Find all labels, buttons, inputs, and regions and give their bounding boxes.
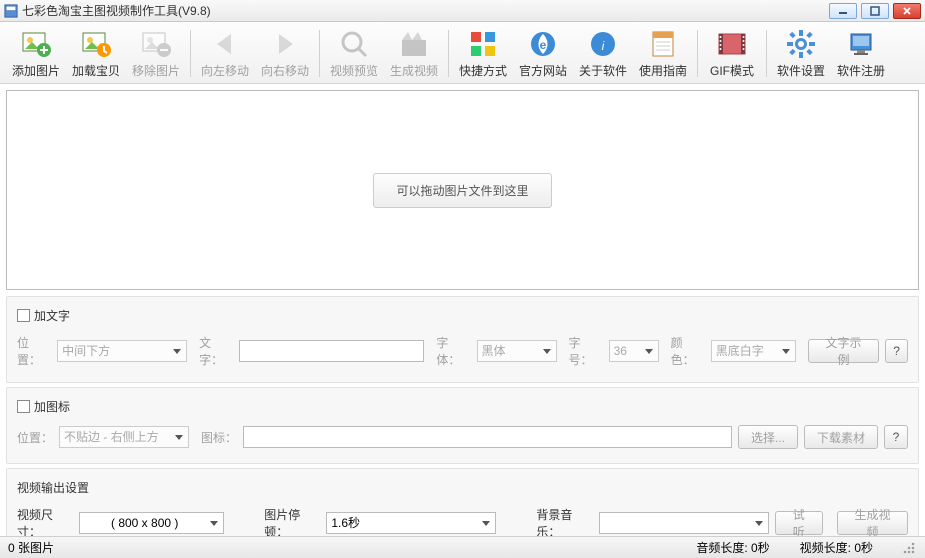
load-item-icon xyxy=(80,28,112,60)
listen-button[interactable]: 试听 xyxy=(775,511,823,535)
video-size-label: 视频尺寸： xyxy=(17,506,73,540)
add-icon-checkbox[interactable] xyxy=(17,400,30,413)
move-right-label: 向右移动 xyxy=(255,62,315,79)
register-label: 软件注册 xyxy=(831,62,891,79)
video-size-select[interactable]: ( 800 x 800 ) xyxy=(79,512,224,534)
toolbar-separator xyxy=(319,30,320,77)
text-pos-label: 位置： xyxy=(17,334,51,368)
load-item-label: 加载宝贝 xyxy=(66,62,126,79)
text-size-select[interactable]: 36 xyxy=(609,340,659,362)
status-video-length: 视频长度: 0秒 xyxy=(800,539,873,556)
app-icon xyxy=(4,4,18,18)
text-pos-select[interactable]: 中间下方 xyxy=(57,340,187,362)
icon-pos-select[interactable]: 不贴边 - 右侧上方 xyxy=(59,426,189,448)
close-button[interactable] xyxy=(893,3,921,19)
toolbar-website[interactable]: e 官方网站 xyxy=(513,26,573,81)
website-label: 官方网站 xyxy=(513,62,573,79)
icon-download-button[interactable]: 下载素材 xyxy=(804,425,878,449)
minimize-button[interactable] xyxy=(829,3,857,19)
toolbar-settings[interactable]: 软件设置 xyxy=(771,26,831,81)
toolbar: 添加图片加载宝贝移除图片向左移动向右移动视频预览生成视频快捷方式 e 官方网站 i 关于… xyxy=(0,22,925,84)
guide-label: 使用指南 xyxy=(633,62,693,79)
toolbar-separator xyxy=(190,30,191,77)
drop-hint: 可以拖动图片文件到这里 xyxy=(373,173,551,208)
move-right-icon xyxy=(269,28,301,60)
toolbar-preview-video: 视频预览 xyxy=(324,26,384,81)
add-image-icon xyxy=(20,28,52,60)
text-help-button[interactable]: ? xyxy=(885,339,908,363)
icon-pos-label: 位置： xyxy=(17,429,53,446)
move-left-icon xyxy=(209,28,241,60)
settings-icon xyxy=(785,28,817,60)
remove-image-icon xyxy=(140,28,172,60)
toolbar-guide[interactable]: 使用指南 xyxy=(633,26,693,81)
bg-music-select[interactable] xyxy=(599,512,769,534)
text-content-label: 文字： xyxy=(199,334,233,368)
add-icon-panel: 加图标 位置： 不贴边 - 右侧上方 图标： 选择... 下载素材 ? xyxy=(6,387,919,464)
move-left-label: 向左移动 xyxy=(195,62,255,79)
add-text-panel: 加文字 位置： 中间下方 文字： 字体： 黑体 字号： 36 颜色： 黑底白字 … xyxy=(6,296,919,383)
toolbar-register[interactable]: 软件注册 xyxy=(831,26,891,81)
guide-icon xyxy=(647,28,679,60)
icon-path-label: 图标： xyxy=(201,429,237,446)
shortcut-label: 快捷方式 xyxy=(453,62,513,79)
text-sample-button[interactable]: 文字示例 xyxy=(808,339,879,363)
toolbar-about[interactable]: i 关于软件 xyxy=(573,26,633,81)
text-font-select[interactable]: 黑体 xyxy=(477,340,557,362)
toolbar-shortcut[interactable]: 快捷方式 xyxy=(453,26,513,81)
svg-text:e: e xyxy=(540,38,547,52)
register-icon xyxy=(845,28,877,60)
svg-text:i: i xyxy=(602,39,605,53)
text-color-select[interactable]: 黑底白字 xyxy=(711,340,796,362)
gif-mode-icon xyxy=(716,28,748,60)
toolbar-add-image[interactable]: 添加图片 xyxy=(6,26,66,81)
resize-grip-icon[interactable] xyxy=(903,542,917,556)
preview-video-icon xyxy=(338,28,370,60)
text-size-label: 字号： xyxy=(569,334,603,368)
add-image-label: 添加图片 xyxy=(6,62,66,79)
text-color-label: 颜色： xyxy=(671,334,705,368)
title-bar: 七彩色淘宝主图视频制作工具(V9.8) xyxy=(0,0,925,22)
toolbar-separator xyxy=(697,30,698,77)
about-icon: i xyxy=(587,28,619,60)
toolbar-gif-mode[interactable]: GIF模式 xyxy=(702,26,762,81)
status-image-count: 0 张图片 xyxy=(8,539,54,556)
status-bar: 0 张图片 音频长度: 0秒 视频长度: 0秒 xyxy=(0,536,925,558)
output-header: 视频输出设置 xyxy=(17,479,89,496)
icon-path-input[interactable] xyxy=(243,426,732,448)
settings-label: 软件设置 xyxy=(771,62,831,79)
about-label: 关于软件 xyxy=(573,62,633,79)
remove-image-label: 移除图片 xyxy=(126,62,186,79)
image-pause-label: 图片停顿： xyxy=(264,506,320,540)
add-text-checkbox[interactable] xyxy=(17,309,30,322)
toolbar-move-right: 向右移动 xyxy=(255,26,315,81)
add-text-label: 加文字 xyxy=(34,307,70,324)
icon-help-button[interactable]: ? xyxy=(884,425,908,449)
text-font-label: 字体： xyxy=(436,334,470,368)
shortcut-icon xyxy=(467,28,499,60)
gif-mode-label: GIF模式 xyxy=(702,62,762,79)
make-video-label: 生成视频 xyxy=(384,62,444,79)
icon-choose-button[interactable]: 选择... xyxy=(738,425,798,449)
toolbar-make-video: 生成视频 xyxy=(384,26,444,81)
preview-video-label: 视频预览 xyxy=(324,62,384,79)
add-icon-label: 加图标 xyxy=(34,398,70,415)
toolbar-move-left: 向左移动 xyxy=(195,26,255,81)
status-audio-length: 音频长度: 0秒 xyxy=(696,539,769,556)
maximize-button[interactable] xyxy=(861,3,889,19)
toolbar-remove-image: 移除图片 xyxy=(126,26,186,81)
bg-music-label: 背景音乐： xyxy=(536,506,592,540)
toolbar-load-item[interactable]: 加载宝贝 xyxy=(66,26,126,81)
make-video-button[interactable]: 生成视频 xyxy=(837,511,908,535)
image-pause-select[interactable]: 1.6秒 xyxy=(326,512,496,534)
text-content-input[interactable] xyxy=(239,340,424,362)
website-icon: e xyxy=(527,28,559,60)
window-title: 七彩色淘宝主图视频制作工具(V9.8) xyxy=(22,2,829,19)
toolbar-separator xyxy=(766,30,767,77)
image-canvas[interactable]: 可以拖动图片文件到这里 xyxy=(6,90,919,290)
make-video-icon xyxy=(398,28,430,60)
toolbar-separator xyxy=(448,30,449,77)
